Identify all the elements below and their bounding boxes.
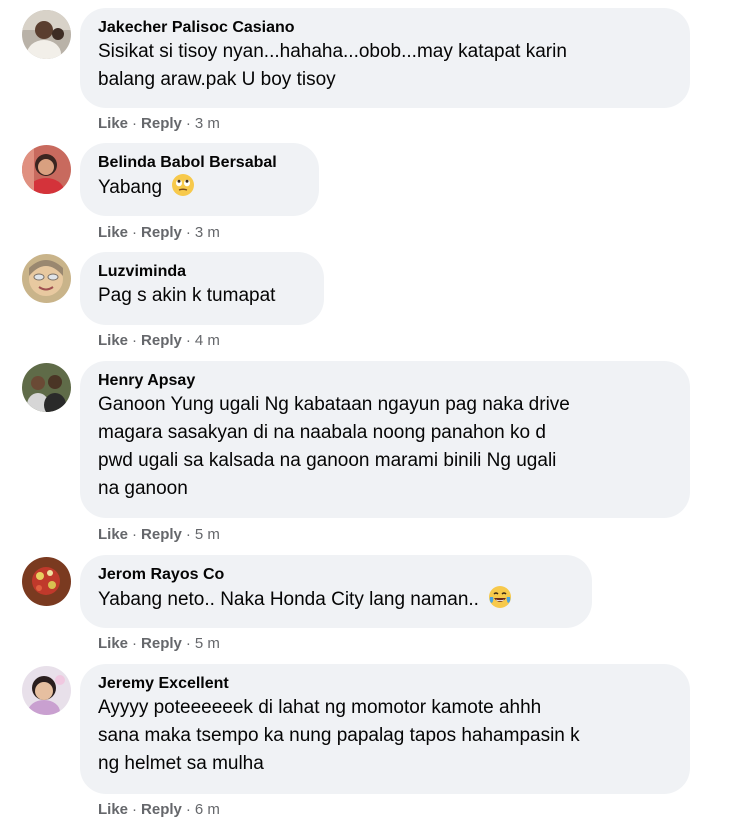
comment-text-line: na ganoon: [98, 478, 188, 499]
comment-author[interactable]: Jerom Rayos Co: [98, 564, 574, 585]
comment-actions: Like · Reply · 5 m: [98, 635, 220, 652]
comment-author[interactable]: Jeremy Excellent: [98, 673, 672, 694]
comment-text-line: Ganoon Yung ugali Ng kabataan ngayun pag…: [98, 394, 570, 415]
comment-actions: Like · Reply · 6 m: [98, 801, 220, 818]
comment-bubble: Luzviminda Pag s akin k tumapat: [80, 252, 324, 325]
comment-author[interactable]: Belinda Babol Bersabal: [98, 152, 301, 173]
face-with-rolling-eyes-icon: [172, 174, 195, 196]
like-button[interactable]: Like: [98, 635, 128, 652]
comment-text-line: Pag s akin k tumapat: [98, 285, 276, 306]
comment-timestamp[interactable]: 5 m: [195, 526, 220, 543]
reply-button[interactable]: Reply: [141, 526, 182, 543]
like-button[interactable]: Like: [98, 115, 128, 132]
comment-author[interactable]: Henry Apsay: [98, 370, 672, 391]
comment-text: Yabang: [98, 173, 301, 202]
comment-timestamp[interactable]: 6 m: [195, 801, 220, 818]
comment-actions: Like · Reply · 5 m: [98, 526, 220, 543]
like-button[interactable]: Like: [98, 224, 128, 241]
like-button[interactable]: Like: [98, 332, 128, 349]
comment-text-line: sana maka tsempo ka nung papalag tapos h…: [98, 725, 580, 746]
comment-author[interactable]: Jakecher Palisoc Casiano: [98, 17, 672, 38]
comment-bubble: Jakecher Palisoc Casiano Sisikat si tiso…: [80, 8, 690, 108]
comment-text-line: Yabang: [98, 177, 163, 198]
comment-bubble: Henry Apsay Ganoon Yung ugali Ng kabataa…: [80, 361, 690, 518]
like-button[interactable]: Like: [98, 526, 128, 543]
profile-photo-icon: [22, 145, 71, 194]
avatar[interactable]: [22, 666, 71, 715]
reply-button[interactable]: Reply: [141, 115, 182, 132]
like-button[interactable]: Like: [98, 801, 128, 818]
reply-button[interactable]: Reply: [141, 332, 182, 349]
comment-timestamp[interactable]: 3 m: [195, 115, 220, 132]
comment-timestamp[interactable]: 5 m: [195, 635, 220, 652]
avatar[interactable]: [22, 145, 71, 194]
reply-button[interactable]: Reply: [141, 801, 182, 818]
profile-photo-icon: [22, 363, 71, 412]
profile-photo-icon: [22, 666, 71, 715]
reply-button[interactable]: Reply: [141, 224, 182, 241]
reply-button[interactable]: Reply: [141, 635, 182, 652]
comment-text-line: ng helmet sa mulha: [98, 753, 264, 774]
avatar[interactable]: [22, 557, 71, 606]
comment-bubble: Belinda Babol Bersabal Yabang: [80, 143, 319, 216]
profile-photo-icon: [22, 10, 71, 59]
comment-text-line: balang araw.pak U boy tisoy: [98, 69, 336, 90]
comment-timestamp[interactable]: 3 m: [195, 224, 220, 241]
avatar[interactable]: [22, 10, 71, 59]
comment-text-line: pwd ugali sa kalsada na ganoon marami bi…: [98, 450, 557, 471]
avatar[interactable]: [22, 363, 71, 412]
comment-text-line: Yabang neto.. Naka Honda City lang naman…: [98, 589, 479, 610]
comment-actions: Like · Reply · 3 m: [98, 224, 220, 241]
avatar[interactable]: [22, 254, 71, 303]
comment-actions: Like · Reply · 4 m: [98, 332, 220, 349]
comment-text-line: magara sasakyan di na naabala noong pana…: [98, 422, 546, 443]
comment-bubble: Jeremy Excellent Ayyyy poteeeeeek di lah…: [80, 664, 690, 794]
comment-text-line: Ayyyy poteeeeeek di lahat ng momotor kam…: [98, 697, 542, 718]
comment-actions: Like · Reply · 3 m: [98, 115, 220, 132]
face-with-tears-of-joy-icon: [489, 586, 512, 608]
comment-text-line: Sisikat si tisoy nyan...hahaha...obob...…: [98, 41, 567, 62]
comment-timestamp[interactable]: 4 m: [195, 332, 220, 349]
profile-photo-icon: [22, 254, 71, 303]
comment-text: Yabang neto.. Naka Honda City lang naman…: [98, 585, 574, 614]
profile-photo-icon: [22, 557, 71, 606]
comment-author[interactable]: Luzviminda: [98, 261, 306, 282]
comment-bubble: Jerom Rayos Co Yabang neto.. Naka Honda …: [80, 555, 592, 628]
